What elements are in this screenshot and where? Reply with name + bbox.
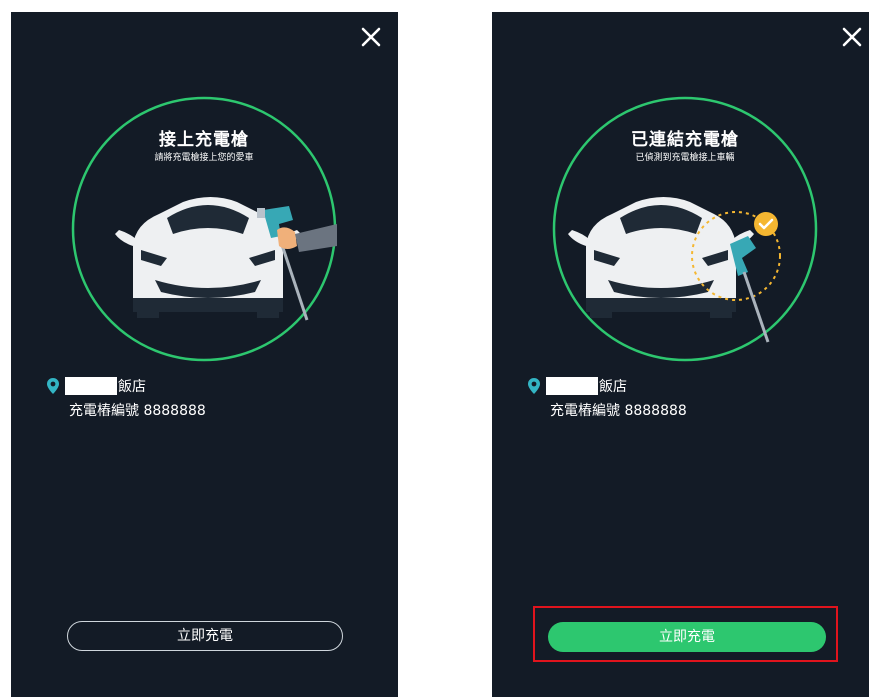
start-charging-button[interactable]: 立即充電: [548, 622, 826, 652]
location-name: 飯店: [599, 379, 627, 395]
location-name: 飯店: [118, 379, 146, 395]
redacted-name: [65, 377, 117, 395]
connected-title: 已連結充電槍: [631, 130, 739, 150]
station-id: 充電樁編號 8888888: [550, 403, 687, 419]
close-icon[interactable]: [360, 26, 382, 48]
check-circle-icon: [754, 212, 778, 236]
charging-screen-connected: 已連結充電槍 已偵測到充電槍接上車輛 飯店 充電樁編號 8888888 立即充電: [492, 12, 869, 697]
location-row: 飯店: [527, 376, 627, 396]
location-pin-icon: [528, 378, 540, 394]
charging-screen-disconnected: 接上充電槍 請將充電槍接上您的愛車 飯店 充電樁編號 8888888 立即充電: [11, 12, 398, 697]
connected-subtitle: 已偵測到充電槍接上車輛: [635, 153, 735, 163]
connect-title: 接上充電槍: [159, 130, 249, 150]
close-icon[interactable]: [841, 26, 863, 48]
location-row: 飯店: [46, 376, 146, 396]
redacted-name: [546, 377, 598, 395]
station-id: 充電樁編號 8888888: [69, 403, 206, 419]
location-pin-icon: [47, 378, 59, 394]
start-charging-button[interactable]: 立即充電: [67, 621, 343, 651]
connect-subtitle: 請將充電槍接上您的愛車: [154, 153, 254, 163]
